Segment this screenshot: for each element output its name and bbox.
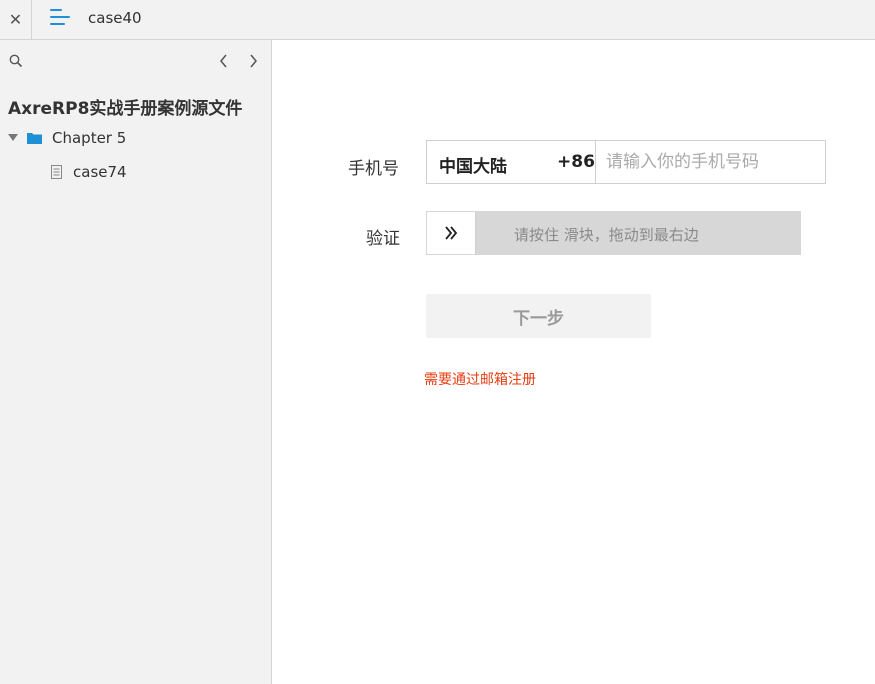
slider-handle[interactable]: [427, 212, 476, 254]
page-icon: [51, 165, 62, 179]
close-button[interactable]: ✕: [0, 0, 32, 39]
country-name: 中国大陆: [439, 157, 507, 177]
tree-folder-chapter-5[interactable]: Chapter 5: [0, 126, 271, 152]
tree-page-case74[interactable]: case74: [0, 160, 271, 186]
country-selector[interactable]: 中国大陆 +86: [427, 141, 596, 183]
country-code: +86: [557, 152, 595, 172]
phone-label: 手机号: [348, 159, 399, 179]
email-register-link[interactable]: 需要通过邮箱注册: [424, 369, 536, 389]
menu-icon[interactable]: [50, 7, 72, 29]
caret-down-icon[interactable]: [8, 134, 18, 141]
slider-captcha[interactable]: 请按住 滑块，拖动到最右边: [426, 211, 801, 255]
main-canvas: 手机号 中国大陆 +86 验证 请按住 滑块，拖动到最右边 下一步 需要通过邮箱…: [272, 40, 875, 684]
page-title: case40: [88, 9, 142, 27]
search-icon[interactable]: [9, 54, 23, 68]
verify-label: 验证: [366, 229, 400, 249]
phone-input-group: 中国大陆 +86: [426, 140, 826, 184]
chevron-left-icon[interactable]: [217, 52, 231, 70]
double-chevron-right-icon: [445, 226, 458, 240]
chevron-right-icon[interactable]: [246, 52, 260, 70]
slider-hint: 请按住 滑块，拖动到最右边: [514, 226, 699, 244]
top-bar: ✕ case40: [0, 0, 875, 40]
phone-number-input[interactable]: [596, 141, 825, 183]
next-step-button[interactable]: 下一步: [426, 294, 651, 338]
sidebar: AxreRP8实战手册案例源文件 Chapter 5 case74: [0, 40, 272, 684]
tree-page-label: case74: [73, 163, 127, 181]
folder-icon: [27, 133, 42, 144]
close-icon: ✕: [8, 10, 23, 29]
tree-folder-label: Chapter 5: [52, 129, 127, 147]
project-title: AxreRP8实战手册案例源文件: [8, 99, 243, 119]
